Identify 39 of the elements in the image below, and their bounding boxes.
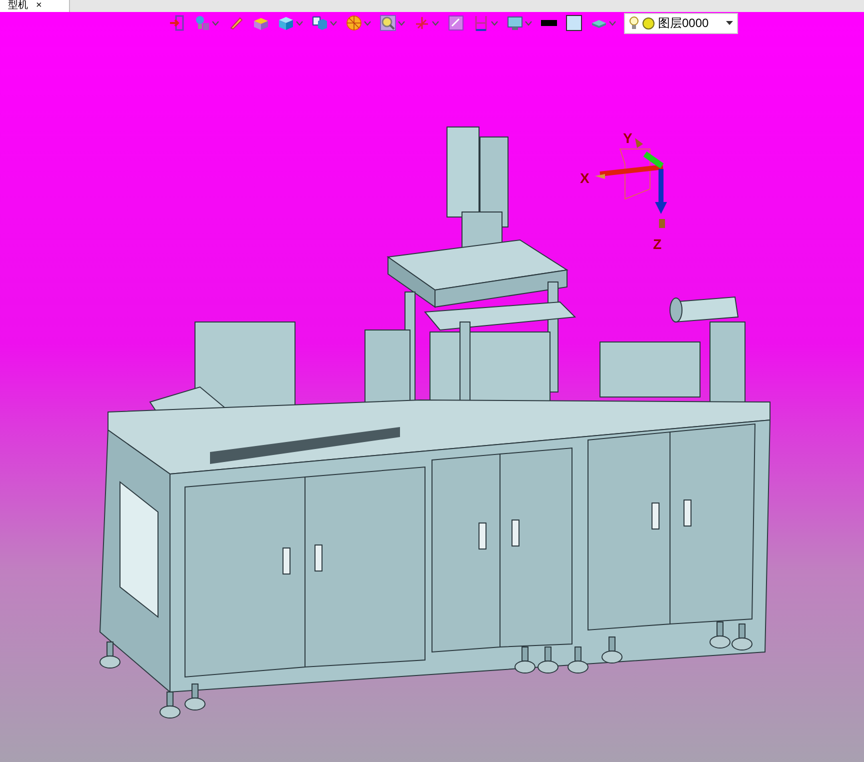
circle-icon — [642, 16, 655, 30]
y-axis-label: Y — [623, 129, 632, 148]
exit-icon — [169, 15, 185, 31]
caret-icon — [212, 20, 219, 26]
fit-view-icon — [448, 15, 464, 31]
zoom-icon — [380, 15, 396, 31]
caret-icon — [609, 20, 616, 26]
line-style-icon — [541, 20, 557, 26]
document-tab[interactable]: 型机 × — [0, 0, 70, 12]
axis-icon — [414, 15, 430, 31]
toolbar-button[interactable] — [447, 14, 465, 32]
monitor-icon — [507, 15, 523, 31]
views-icon — [312, 15, 328, 31]
pencil-icon — [228, 15, 244, 31]
caret-icon — [296, 20, 303, 26]
tab-title: 型机 — [8, 1, 28, 11]
box-icon — [253, 15, 269, 31]
caret-icon — [432, 20, 439, 26]
z-axis-label: Z — [653, 235, 662, 254]
toolbar-button[interactable] — [379, 14, 406, 32]
lightbulb-icon — [194, 15, 210, 31]
frame-icon — [473, 15, 489, 31]
lightbulb-icon — [629, 16, 639, 30]
caret-icon — [726, 21, 733, 25]
color-swatch-icon — [566, 15, 582, 31]
caret-icon — [525, 20, 532, 26]
tab-close-button[interactable]: × — [36, 1, 42, 11]
toolbar-button[interactable] — [277, 14, 304, 32]
caret-icon — [330, 20, 337, 26]
caret-icon — [364, 20, 371, 26]
layer-name: 图层0000 — [658, 15, 709, 32]
toolbar-button[interactable] — [565, 14, 583, 32]
toolbar-button[interactable] — [311, 14, 338, 32]
cube-icon — [278, 15, 294, 31]
caret-icon — [491, 20, 498, 26]
caret-icon — [398, 20, 405, 26]
x-axis-label: X — [580, 169, 590, 188]
sphere-icon — [346, 15, 362, 31]
layer-dropdown[interactable]: 图层0000 — [624, 12, 738, 34]
